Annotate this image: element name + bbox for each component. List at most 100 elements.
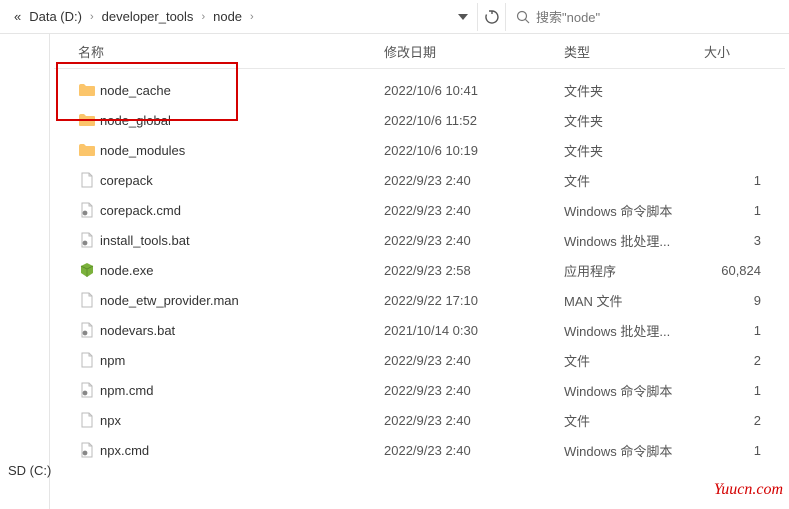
file-row[interactable]: nodevars.bat2021/10/14 0:30Windows 批处理..… [50, 315, 789, 345]
file-icon-blank [74, 172, 100, 188]
file-icon-blank [74, 352, 100, 368]
file-row[interactable]: npm2022/9/23 2:40文件2 [50, 345, 789, 375]
file-row[interactable]: node_modules2022/10/6 10:19文件夹 [50, 135, 789, 165]
file-row[interactable]: npm.cmd2022/9/23 2:40Windows 命令脚本1 [50, 375, 789, 405]
search-icon [516, 10, 530, 24]
file-size: 60,824 [704, 263, 789, 278]
file-name: npx.cmd [100, 443, 384, 458]
file-row[interactable]: corepack2022/9/23 2:40文件1 [50, 165, 789, 195]
file-row[interactable]: corepack.cmd2022/9/23 2:40Windows 命令脚本1 [50, 195, 789, 225]
breadcrumb-item-node[interactable]: node [209, 7, 246, 26]
file-date: 2022/9/23 2:40 [384, 413, 564, 428]
file-date: 2022/10/6 10:19 [384, 143, 564, 158]
file-type: 应用程序 [564, 261, 704, 280]
column-header-size[interactable]: 大小 [704, 42, 789, 61]
file-name: npm [100, 353, 384, 368]
file-size: 1 [704, 173, 789, 188]
search-placeholder: 搜索"node" [536, 7, 600, 26]
file-size: 2 [704, 413, 789, 428]
file-row[interactable]: npx.cmd2022/9/23 2:40Windows 命令脚本1 [50, 435, 789, 465]
file-icon-blank [74, 292, 100, 308]
breadcrumb[interactable]: « Data (D:) › developer_tools › node › [4, 7, 449, 26]
file-icon-cmd [74, 202, 100, 218]
file-row[interactable]: node.exe2022/9/23 2:58应用程序60,824 [50, 255, 789, 285]
file-icon-folder [74, 83, 100, 97]
file-date: 2022/10/6 11:52 [384, 113, 564, 128]
column-header-date[interactable]: 修改日期 [384, 42, 564, 61]
file-name: corepack.cmd [100, 203, 384, 218]
breadcrumb-item-devtools[interactable]: developer_tools [98, 7, 198, 26]
file-date: 2022/9/23 2:40 [384, 353, 564, 368]
file-name: npx [100, 413, 384, 428]
file-row[interactable]: node_etw_provider.man2022/9/22 17:10MAN … [50, 285, 789, 315]
file-name: nodevars.bat [100, 323, 384, 338]
file-size: 3 [704, 233, 789, 248]
file-type: 文件夹 [564, 141, 704, 160]
sidebar-item-sd-c[interactable]: SD (C:) [0, 457, 49, 484]
file-icon-cmd [74, 232, 100, 248]
file-row[interactable]: install_tools.bat2022/9/23 2:40Windows 批… [50, 225, 789, 255]
column-header-name[interactable]: 名称 [74, 42, 384, 61]
file-date: 2022/9/23 2:40 [384, 173, 564, 188]
search-input[interactable]: 搜索"node" [505, 3, 785, 31]
file-row[interactable]: npx2022/9/23 2:40文件2 [50, 405, 789, 435]
file-icon-folder [74, 113, 100, 127]
history-dropdown-button[interactable] [449, 3, 477, 31]
breadcrumb-item-data[interactable]: Data (D:) [25, 7, 86, 26]
file-type: MAN 文件 [564, 291, 704, 310]
file-type: Windows 命令脚本 [564, 201, 704, 220]
file-date: 2022/9/23 2:40 [384, 383, 564, 398]
file-size: 1 [704, 383, 789, 398]
file-type: Windows 批处理... [564, 321, 704, 340]
file-row[interactable]: node_global2022/10/6 11:52文件夹 [50, 105, 789, 135]
file-date: 2022/9/22 17:10 [384, 293, 564, 308]
file-list: node_cache2022/10/6 10:41文件夹node_global2… [50, 69, 789, 465]
file-icon-cmd [74, 382, 100, 398]
file-type: Windows 批处理... [564, 231, 704, 250]
file-icon-cmd [74, 322, 100, 338]
file-type: Windows 命令脚本 [564, 441, 704, 460]
file-size: 9 [704, 293, 789, 308]
file-type: 文件夹 [564, 111, 704, 130]
file-icon-folder [74, 143, 100, 157]
file-name: install_tools.bat [100, 233, 384, 248]
file-date: 2022/9/23 2:40 [384, 203, 564, 218]
chevron-right-icon[interactable]: › [197, 11, 209, 23]
file-type: 文件 [564, 351, 704, 370]
refresh-button[interactable] [477, 3, 505, 31]
column-header-type[interactable]: 类型 [564, 42, 704, 61]
file-date: 2022/9/23 2:58 [384, 263, 564, 278]
file-name: node_modules [100, 143, 384, 158]
file-row[interactable]: node_cache2022/10/6 10:41文件夹 [50, 75, 789, 105]
file-type: Windows 命令脚本 [564, 381, 704, 400]
file-date: 2021/10/14 0:30 [384, 323, 564, 338]
file-size: 2 [704, 353, 789, 368]
file-date: 2022/9/23 2:40 [384, 233, 564, 248]
file-pane: 名称 修改日期 类型 大小 node_cache2022/10/6 10:41文… [50, 34, 789, 509]
content-area: SD (C:) 名称 修改日期 类型 大小 node_cache2022/10/… [0, 34, 789, 509]
file-date: 2022/10/6 10:41 [384, 83, 564, 98]
chevron-right-icon[interactable]: › [246, 11, 258, 23]
file-type: 文件 [564, 411, 704, 430]
file-name: node.exe [100, 263, 384, 278]
file-name: node_cache [100, 83, 384, 98]
file-type: 文件夹 [564, 81, 704, 100]
file-date: 2022/9/23 2:40 [384, 443, 564, 458]
file-size: 1 [704, 443, 789, 458]
file-type: 文件 [564, 171, 704, 190]
file-name: corepack [100, 173, 384, 188]
file-icon-cmd [74, 442, 100, 458]
breadcrumb-ellipsis[interactable]: « [10, 7, 25, 26]
watermark: Yuucn.com [714, 481, 783, 499]
address-toolbar: « Data (D:) › developer_tools › node › 搜… [0, 0, 789, 34]
file-name: node_global [100, 113, 384, 128]
file-size: 1 [704, 203, 789, 218]
file-size: 1 [704, 323, 789, 338]
file-name: npm.cmd [100, 383, 384, 398]
column-headers: 名称 修改日期 类型 大小 [50, 34, 789, 68]
file-icon-blank [74, 412, 100, 428]
file-name: node_etw_provider.man [100, 293, 384, 308]
sidebar: SD (C:) [0, 34, 50, 509]
file-icon-exe [74, 262, 100, 278]
chevron-right-icon[interactable]: › [86, 11, 98, 23]
